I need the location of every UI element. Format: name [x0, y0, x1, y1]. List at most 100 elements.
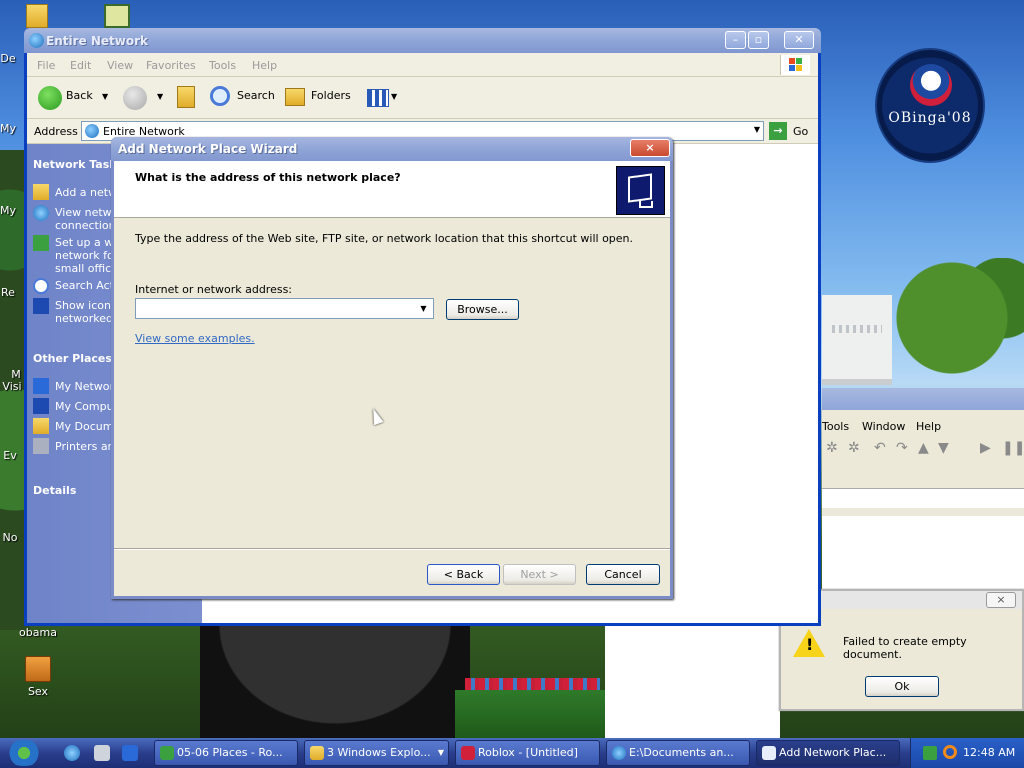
redo-icon[interactable]: ↷	[896, 440, 908, 456]
folder-icon	[310, 746, 324, 760]
my-computer-icon	[33, 398, 49, 414]
menu-help[interactable]: Help	[252, 59, 277, 72]
internet-explorer-icon	[612, 746, 626, 760]
briefcase-icon	[25, 656, 51, 682]
wizard-separator	[114, 548, 670, 550]
arrow-up-icon[interactable]: ▲	[918, 440, 929, 456]
error-close-button[interactable]: ×	[986, 592, 1016, 608]
network-tray-icon[interactable]	[923, 746, 937, 760]
system-tray: 12:48 AM	[910, 738, 1024, 768]
play-icon[interactable]: ▶	[980, 440, 991, 456]
toolbar: Back ▼ ▼ Search Folders ▼	[27, 77, 818, 119]
folders-button[interactable]: Folders	[311, 89, 351, 102]
desktop-icon-label: Sex	[27, 685, 49, 698]
explorer-titlebar[interactable]: Entire Network – ▫ ✕	[24, 28, 821, 53]
campaign-logo: OBinga'08	[875, 48, 985, 163]
taskbar: 05-06 Places - Ro... 3 Windows Explo... …	[0, 738, 1024, 768]
chevron-down-icon: ▼	[437, 748, 444, 757]
menu-view[interactable]: View	[107, 59, 133, 72]
go-button[interactable]: Go	[793, 125, 808, 138]
taskbar-button[interactable]: 05-06 Places - Ro...	[154, 740, 298, 766]
taskbar-button[interactable]: 3 Windows Explo... ▼	[304, 740, 449, 766]
cancel-button[interactable]: Cancel	[586, 564, 660, 585]
web-page-icon	[160, 746, 174, 760]
my-network-icon	[33, 378, 49, 394]
taskbar-button-active[interactable]: Add Network Plac...	[756, 740, 900, 766]
menu-edit[interactable]: Edit	[70, 59, 91, 72]
wizard-titlebar[interactable]: Add Network Place Wizard ×	[111, 137, 673, 161]
network-connections-icon	[33, 205, 49, 221]
menu-file[interactable]: File	[37, 59, 55, 72]
taskbar-button-label: 05-06 Places - Ro...	[177, 746, 283, 759]
other-places-heading[interactable]: Other Places	[33, 352, 112, 365]
views-icon[interactable]	[367, 89, 389, 107]
roblox-icon	[461, 746, 475, 760]
network-tasks-heading[interactable]: Network Tasks	[33, 158, 123, 171]
details-heading[interactable]: Details	[33, 484, 76, 497]
menu-window[interactable]: Window	[862, 420, 905, 433]
menu-help[interactable]: Help	[916, 420, 941, 433]
back-button[interactable]: Back	[66, 89, 93, 102]
folders-icon[interactable]	[285, 88, 305, 106]
maximize-button[interactable]: ▫	[748, 31, 769, 49]
taskbar-button-label: 3 Windows Explo...	[327, 746, 431, 759]
wizard-header: What is the address of this network plac…	[114, 161, 670, 218]
back-button[interactable]: < Back	[427, 564, 500, 585]
chevron-down-icon[interactable]: ▼	[415, 300, 432, 317]
campaign-logo-mark	[910, 64, 952, 106]
mouse-cursor-icon	[368, 406, 384, 426]
quick-launch-icon[interactable]	[122, 745, 138, 761]
ok-button[interactable]: Ok	[865, 676, 939, 697]
close-button[interactable]: ✕	[784, 31, 814, 49]
desktop-wallpaper-person	[200, 625, 470, 740]
views-dropdown-icon[interactable]: ▼	[391, 92, 397, 101]
network-address-combo[interactable]: ▼	[135, 298, 434, 319]
desktop-wallpaper-grass	[455, 690, 605, 738]
taskbar-button-label: Roblox - [Untitled]	[478, 746, 578, 759]
search-active-directory-icon	[33, 278, 49, 294]
pause-icon[interactable]: ❚❚	[1002, 440, 1024, 456]
start-button[interactable]	[4, 740, 44, 766]
browse-button[interactable]: Browse...	[446, 299, 519, 320]
address-label: Address	[34, 125, 78, 138]
menu-favorites[interactable]: Favorites	[146, 59, 196, 72]
background-app-window: Tools Window Help ✲ ✲ ↶ ↷ ▲ ▼ ▶ ❚❚	[822, 388, 1024, 596]
taskbar-button[interactable]: Roblox - [Untitled]	[455, 740, 600, 766]
minimize-button[interactable]: –	[725, 31, 746, 49]
address-dropdown-icon[interactable]: ▼	[754, 125, 760, 134]
back-arrow-icon[interactable]	[38, 86, 62, 110]
campaign-logo-text: OBinga'08	[888, 110, 972, 126]
clock[interactable]: 12:48 AM	[963, 746, 1015, 759]
taskbar-button-label: Add Network Plac...	[779, 746, 887, 759]
background-window-area	[605, 626, 780, 738]
wizard-description: Type the address of the Web site, FTP si…	[135, 232, 634, 245]
back-dropdown-icon[interactable]: ▼	[102, 92, 108, 101]
taskbar-button[interactable]: E:\Documents an...	[606, 740, 750, 766]
arrow-down-icon[interactable]: ▼	[938, 440, 949, 456]
forward-arrow-icon[interactable]	[123, 86, 147, 110]
menu-tools[interactable]: Tools	[209, 59, 236, 72]
quick-launch-icon[interactable]	[94, 745, 110, 761]
tool-icon[interactable]: ✲	[826, 440, 838, 456]
up-folder-icon[interactable]	[177, 86, 195, 108]
search-tray-icon[interactable]	[943, 745, 957, 759]
wizard-close-button[interactable]: ×	[630, 139, 670, 157]
desktop-folder-icon[interactable]	[26, 4, 48, 28]
undo-icon[interactable]: ↶	[874, 440, 886, 456]
view-examples-link[interactable]: View some examples.	[135, 332, 255, 345]
tool-icon[interactable]: ✲	[848, 440, 860, 456]
internet-explorer-icon[interactable]	[64, 745, 80, 761]
wizard-question: What is the address of this network plac…	[135, 171, 401, 184]
desktop-icon-sex[interactable]: Sex	[8, 656, 68, 698]
desktop-program-icon[interactable]	[104, 4, 130, 28]
wizard-title: Add Network Place Wizard	[118, 142, 298, 156]
forward-dropdown-icon[interactable]: ▼	[157, 92, 163, 101]
search-icon[interactable]	[210, 86, 230, 106]
warning-icon-mark: !	[806, 635, 814, 654]
go-arrow-icon[interactable]: →	[769, 122, 787, 140]
add-network-place-icon	[33, 184, 49, 200]
menu-tools[interactable]: Tools	[822, 420, 849, 433]
search-button[interactable]: Search	[237, 89, 275, 102]
network-globe-icon	[85, 124, 99, 138]
desktop-icon-obama[interactable]: obama	[8, 626, 68, 639]
